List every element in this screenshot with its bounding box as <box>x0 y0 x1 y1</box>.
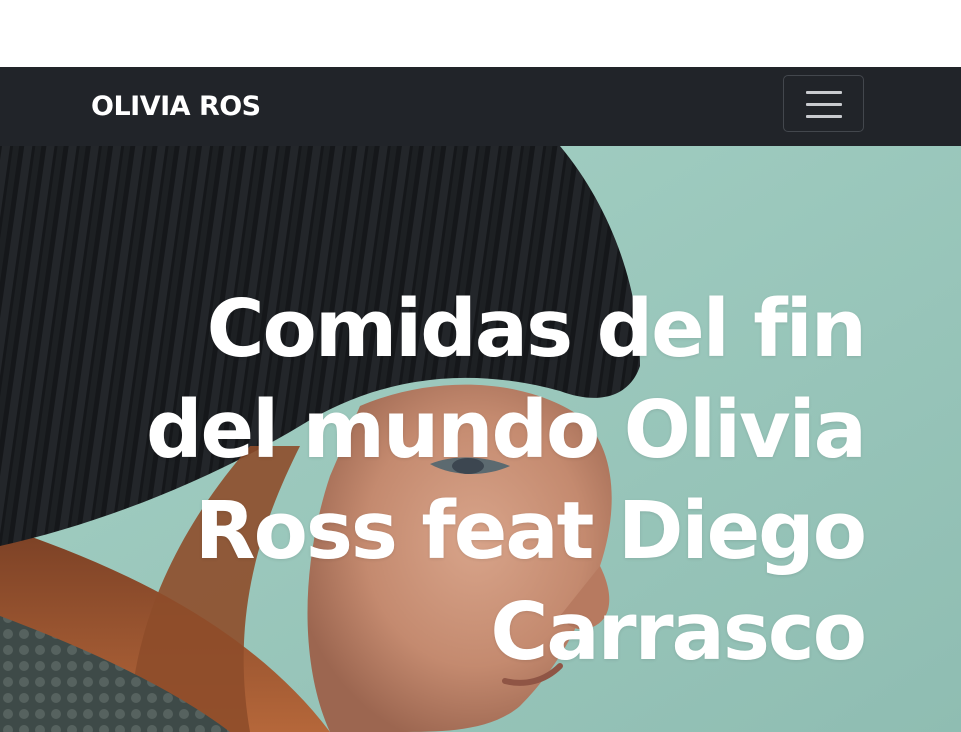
hamburger-menu-icon <box>805 89 843 119</box>
navbar-toggle-button[interactable] <box>783 75 864 132</box>
brand-logo-link[interactable]: OLIVIA ROS <box>91 88 261 126</box>
hero-title: Comidas del fin del mundo Olivia Ross fe… <box>145 283 867 678</box>
navbar: OLIVIA ROS <box>0 67 961 146</box>
hero-section: Comidas del fin del mundo Olivia Ross fe… <box>0 146 961 732</box>
page-top-whitespace <box>0 0 961 67</box>
